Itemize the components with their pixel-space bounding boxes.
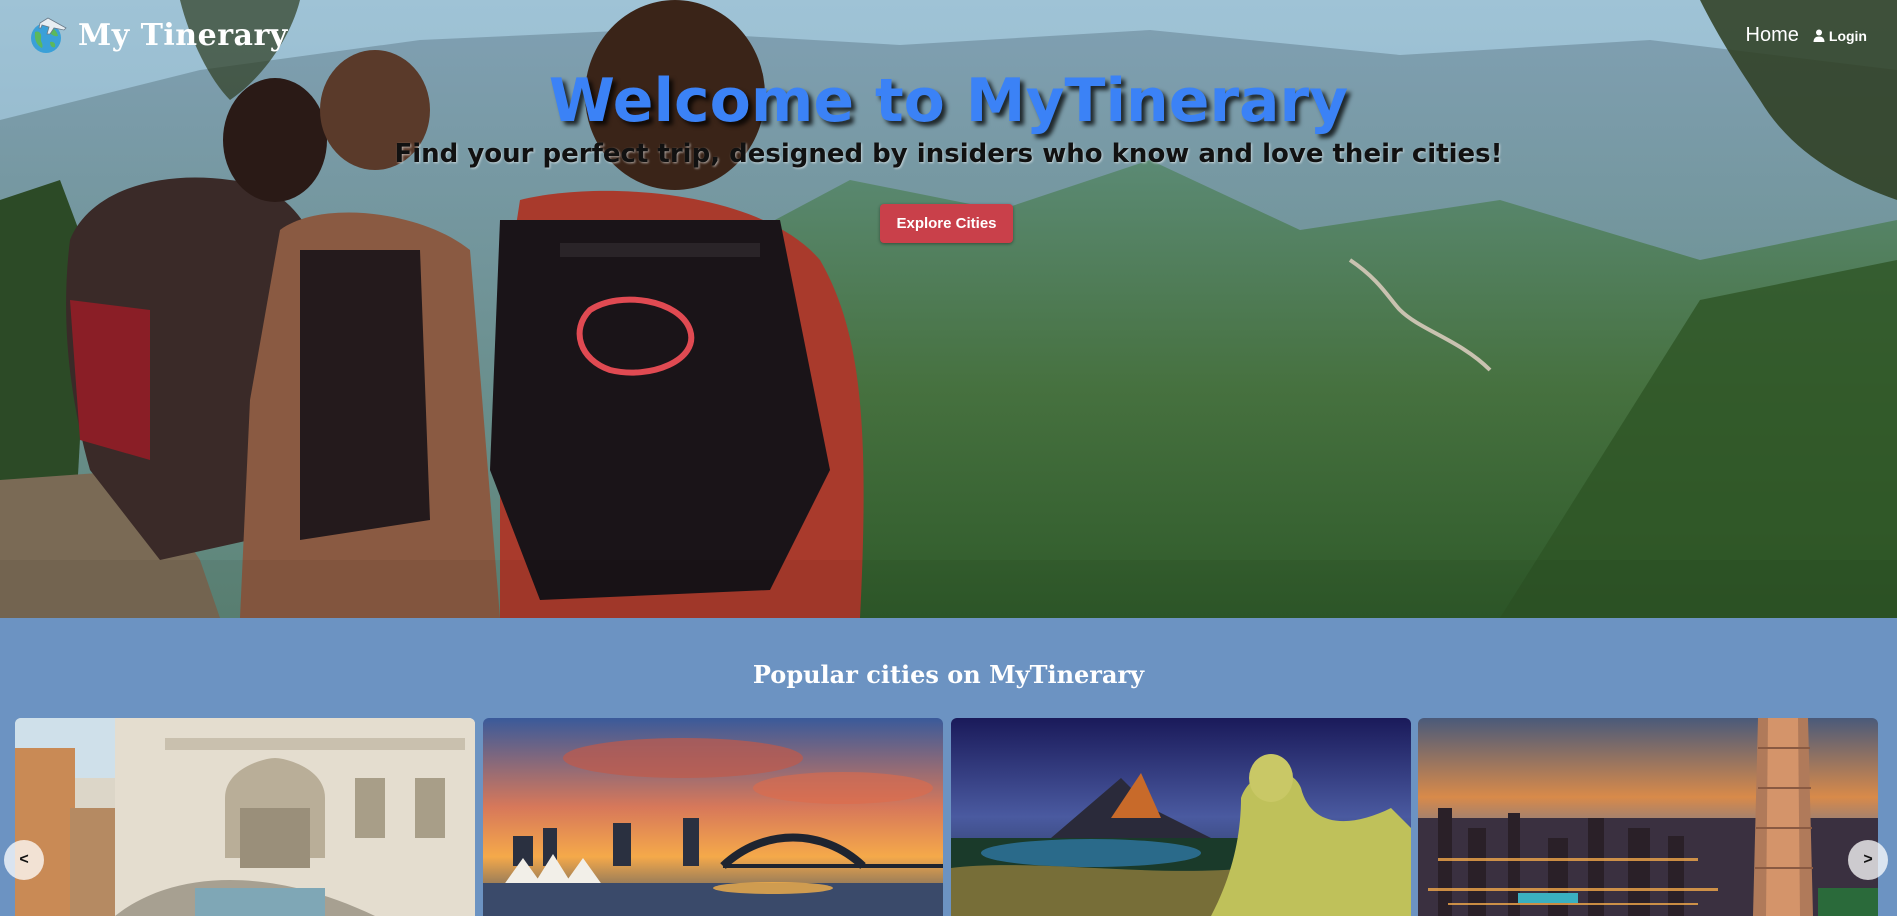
brand-name: My Tinerary	[78, 17, 288, 53]
login-button[interactable]: Login	[1813, 28, 1867, 44]
explore-cities-button[interactable]: Explore Cities	[880, 204, 1013, 243]
login-label: Login	[1828, 27, 1867, 44]
city-card[interactable]	[15, 718, 475, 916]
city-image	[15, 718, 475, 916]
nav-links: Home Login	[1746, 24, 1867, 47]
carousel-next-button[interactable]: >	[1848, 840, 1888, 880]
city-image	[483, 718, 943, 916]
carousel-prev-button[interactable]: <	[4, 840, 44, 880]
city-card[interactable]	[483, 718, 943, 916]
globe-airplane-icon	[31, 17, 67, 53]
city-card[interactable]	[951, 718, 1411, 916]
city-carousel	[15, 718, 1879, 916]
popular-cities-heading: Popular cities on MyTinerary	[752, 660, 1145, 689]
city-card[interactable]	[1418, 718, 1878, 916]
city-image	[1418, 718, 1878, 916]
city-image	[951, 718, 1411, 916]
hero-title: Welcome to MyTinerary	[548, 66, 1349, 136]
user-icon	[1813, 29, 1825, 42]
hero-subtitle: Find your perfect trip, designed by insi…	[394, 139, 1503, 169]
top-navbar: My Tinerary Home Login	[0, 0, 1897, 70]
nav-home-link[interactable]: Home	[1746, 24, 1799, 47]
hero-banner: My Tinerary Home Login Welcome to MyTine…	[0, 0, 1897, 618]
brand-logo[interactable]: My Tinerary	[26, 14, 288, 56]
